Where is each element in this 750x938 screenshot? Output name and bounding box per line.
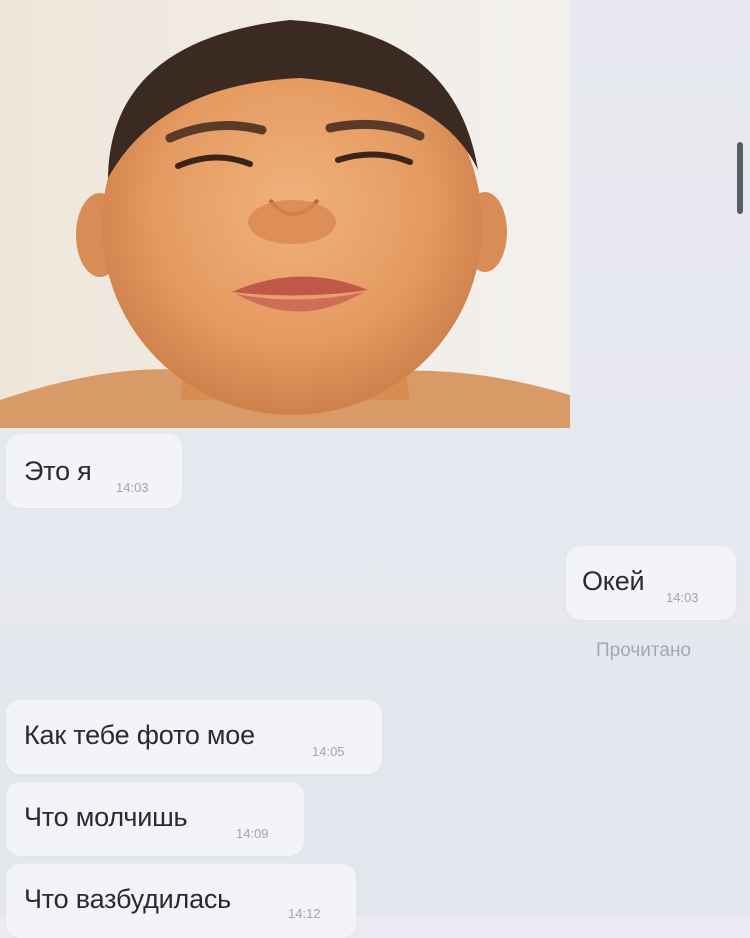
read-status: Прочитано [596, 640, 691, 661]
message-text: Это я [24, 456, 92, 486]
message-bubble-incoming[interactable]: Что вазбудилась 14:12 [6, 864, 356, 938]
message-time: 14:12 [288, 906, 321, 921]
message-bubble-incoming[interactable]: Что молчишь 14:09 [6, 782, 304, 856]
message-text: Окей [582, 566, 645, 596]
message-time: 14:03 [666, 590, 699, 605]
message-bubble-outgoing[interactable]: Окей 14:03 [566, 546, 736, 620]
attached-photo[interactable] [0, 0, 570, 428]
message-bubble-incoming[interactable]: Как тебе фото мое 14:05 [6, 700, 382, 774]
photo-image [0, 0, 570, 428]
message-time: 14:09 [236, 826, 269, 841]
message-bubble-incoming[interactable]: Это я 14:03 [6, 434, 182, 508]
scrollbar[interactable] [737, 142, 743, 214]
chat-window: Это я 14:03 Окей 14:03 Прочитано Как теб… [0, 0, 750, 938]
message-time: 14:03 [116, 480, 149, 495]
message-text: Что вазбудилась [24, 884, 232, 914]
message-text: Что молчишь [24, 802, 188, 832]
message-text: Как тебе фото мое [24, 720, 255, 750]
message-time: 14:05 [312, 744, 345, 759]
